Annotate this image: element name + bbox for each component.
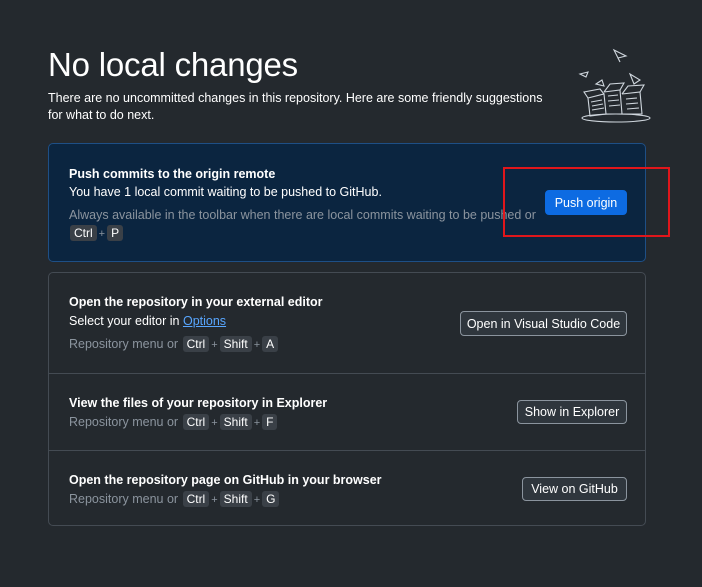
push-card-title: Push commits to the origin remote — [69, 167, 276, 181]
shortcut-plus: + — [211, 417, 218, 429]
open-editor-title: Open the repository in your external edi… — [69, 295, 323, 309]
push-card-hint: Always available in the toolbar when the… — [69, 208, 536, 222]
shortcut-key: Shift — [219, 336, 252, 352]
open-in-editor-button[interactable]: Open in Visual Studio Code — [460, 311, 627, 336]
shortcut-key: Shift — [219, 414, 252, 430]
empty-boxes-illustration-icon — [578, 48, 651, 123]
view-on-github-button[interactable]: View on GitHub — [522, 477, 627, 501]
open-editor-hint: Repository menu or Ctrl + Shift + A — [69, 336, 279, 352]
show-explorer-title: View the files of your repository in Exp… — [69, 396, 328, 410]
view-github-title: Open the repository page on GitHub in yo… — [69, 473, 382, 487]
shortcut-plus: + — [253, 494, 261, 506]
options-link[interactable]: Options — [183, 314, 226, 328]
shortcut-plus: + — [98, 228, 106, 240]
shortcut-key: Ctrl — [70, 225, 97, 241]
no-changes-view: No local changes There are no uncommitte… — [0, 0, 702, 587]
suggestions-card: Open the repository in your external edi… — [48, 272, 646, 526]
view-github-row: Open the repository page on GitHub in yo… — [49, 451, 645, 527]
shortcut-key: Shift — [219, 491, 252, 507]
shortcut-key: Ctrl — [182, 491, 210, 507]
shortcut-key: A — [262, 336, 279, 352]
push-card-description: You have 1 local commit waiting to be pu… — [69, 185, 382, 199]
highlight-box — [503, 167, 670, 237]
shortcut-plus: + — [211, 494, 218, 506]
shortcut-key: Ctrl — [182, 336, 210, 352]
shortcut-key: G — [262, 491, 280, 507]
hint-text: Repository menu or — [69, 337, 179, 351]
hint-text: Repository menu or — [69, 492, 179, 506]
view-github-hint: Repository menu or Ctrl + Shift + G — [69, 491, 280, 507]
page-title: No local changes — [48, 46, 298, 83]
open-editor-description: Select your editor in Options — [69, 314, 226, 328]
show-explorer-row: View the files of your repository in Exp… — [49, 374, 645, 450]
shortcut-plus: + — [211, 339, 218, 351]
hint-text: Repository menu or — [69, 415, 179, 429]
shortcut-key: Ctrl — [182, 414, 210, 430]
shortcut-plus: + — [253, 339, 261, 351]
shortcut-plus: + — [253, 417, 261, 429]
open-editor-row: Open the repository in your external edi… — [49, 273, 645, 373]
show-in-explorer-button[interactable]: Show in Explorer — [517, 400, 627, 424]
open-editor-description-text: Select your editor in — [69, 314, 180, 328]
shortcut-key: P — [107, 225, 124, 241]
show-explorer-hint: Repository menu or Ctrl + Shift + F — [69, 414, 278, 430]
page-subtitle: There are no uncommitted changes in this… — [48, 91, 543, 122]
push-shortcut: Ctrl + P — [69, 225, 124, 241]
shortcut-key: F — [262, 414, 278, 430]
